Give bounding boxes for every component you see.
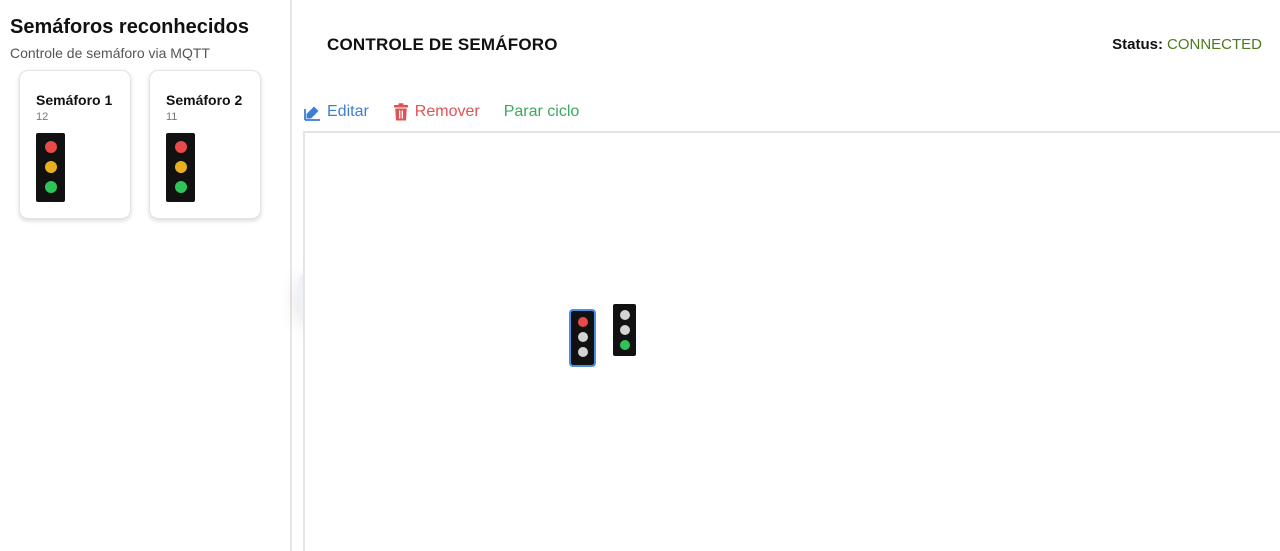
yellow-lamp [619, 325, 630, 335]
workspace-canvas[interactable] [303, 131, 1280, 551]
red-lamp [174, 141, 187, 153]
canvas-traffic-light-2[interactable] [613, 304, 636, 356]
green-lamp [174, 181, 187, 193]
stop-cycle-button[interactable]: Parar ciclo [504, 103, 580, 121]
yellow-lamp [174, 161, 187, 173]
status-label: Status: [1112, 36, 1163, 53]
remove-label: Remover [414, 103, 480, 120]
toolbar: Editar Remover Parar ciclo [304, 100, 603, 124]
edit-button[interactable]: Editar [304, 103, 369, 121]
canvas-traffic-light-1[interactable] [569, 309, 596, 367]
red-lamp [619, 310, 630, 320]
traffic-light-card-2[interactable]: Semáforo 2 11 [149, 70, 261, 219]
yellow-lamp [577, 332, 588, 342]
traffic-light-icon [166, 133, 195, 202]
page-title: CONTROLE DE SEMÁFORO [327, 35, 558, 54]
edit-label: Editar [327, 103, 369, 120]
pencil-icon [304, 106, 320, 121]
card-name: Semáforo 1 [36, 92, 113, 108]
card-name: Semáforo 2 [166, 92, 243, 108]
sidebar-subtitle: Controle de semáforo via MQTT [10, 45, 210, 61]
traffic-light-icon [36, 133, 65, 202]
status-value: CONNECTED [1166, 36, 1262, 53]
trash-icon [393, 103, 408, 121]
connection-status: Status: CONNECTED [1112, 36, 1262, 53]
red-lamp [577, 317, 588, 327]
sidebar-title: Semáforos reconhecidos [10, 16, 249, 38]
green-lamp [577, 347, 588, 357]
traffic-light-card-1[interactable]: Semáforo 1 12 [19, 70, 131, 219]
yellow-lamp [44, 161, 57, 173]
sidebar: Semáforos reconhecidos Controle de semáf… [0, 0, 292, 551]
stop-cycle-label: Parar ciclo [503, 103, 580, 120]
remove-button[interactable]: Remover [393, 103, 480, 121]
card-id: 12 [36, 111, 49, 123]
green-lamp [44, 181, 57, 193]
card-id: 11 [166, 111, 178, 123]
green-lamp [619, 340, 630, 350]
red-lamp [44, 141, 57, 153]
